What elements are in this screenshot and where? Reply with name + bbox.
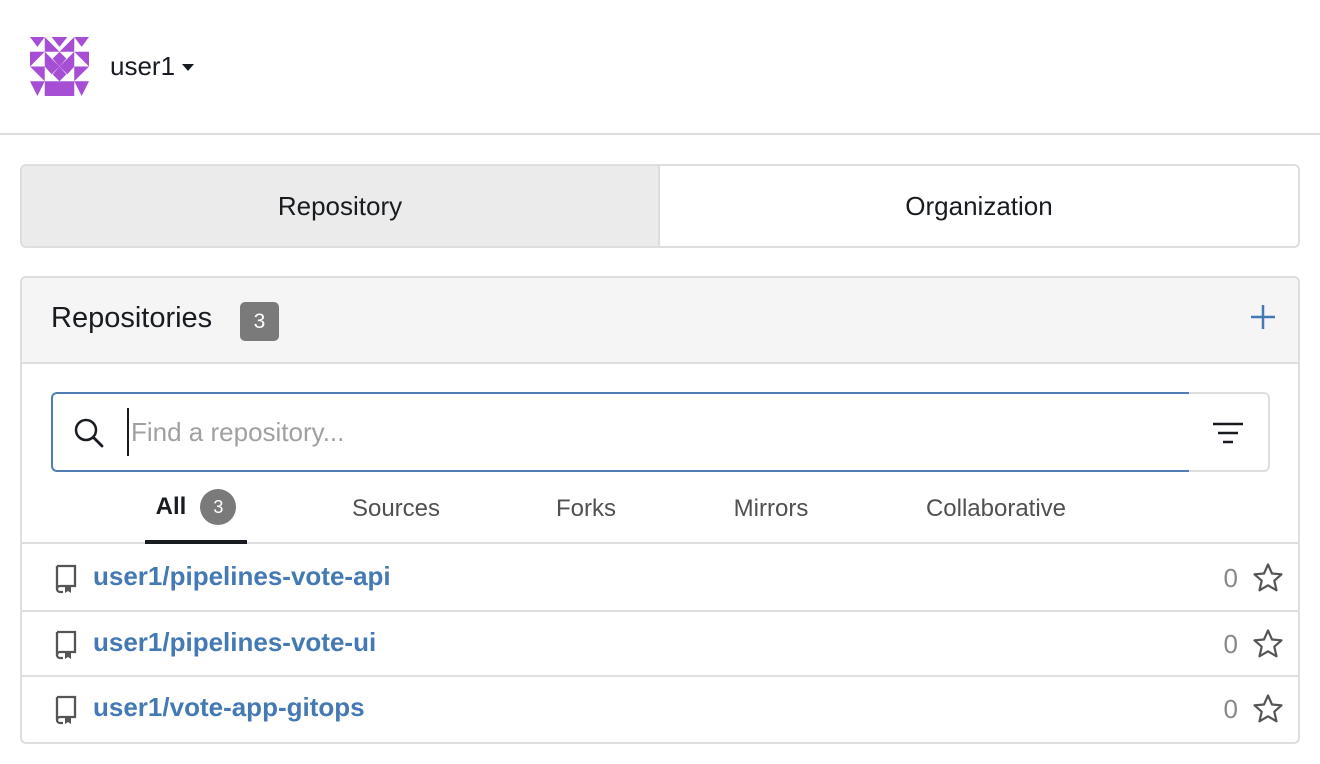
user-switcher[interactable]: user1	[110, 48, 195, 84]
search-box	[51, 392, 1191, 472]
user-name: user1	[110, 50, 176, 81]
repo-link[interactable]: user1/pipelines-vote-api	[93, 561, 391, 592]
repo-count-badge: 3	[240, 302, 279, 341]
tab-all[interactable]: All 3	[145, 474, 247, 544]
tab-sources[interactable]: Sources	[340, 474, 452, 544]
repo-link[interactable]: user1/pipelines-vote-ui	[93, 627, 376, 658]
star-count: 0	[1223, 628, 1238, 659]
caret-down-icon	[182, 64, 195, 71]
tab-forks[interactable]: Forks	[545, 474, 627, 544]
star-icon[interactable]	[1252, 693, 1284, 725]
repo-book-icon	[55, 695, 77, 725]
star-icon[interactable]	[1252, 628, 1284, 660]
star-icon[interactable]	[1252, 562, 1284, 594]
panel-header: Repositories 3	[22, 278, 1298, 364]
identicon-avatar[interactable]	[30, 37, 89, 96]
repo-list: user1/pipelines-vote-api 0 user1/pipelin…	[22, 546, 1298, 742]
repo-book-icon	[55, 630, 77, 659]
repo-link[interactable]: user1/vote-app-gitops	[93, 692, 365, 723]
top-header: user1	[0, 0, 1320, 135]
search-icon	[74, 418, 104, 448]
tab-collaborative[interactable]: Collaborative	[915, 474, 1077, 544]
dashboard-type-tabs: Repository Organization	[20, 164, 1300, 248]
star-count: 0	[1223, 694, 1238, 724]
tab-repository[interactable]: Repository	[22, 166, 660, 246]
search-input[interactable]	[127, 408, 1167, 456]
repo-filter-tabs: All 3 Sources Forks Mirrors Collaborativ…	[22, 474, 1298, 544]
tab-all-badge: 3	[200, 489, 237, 525]
filter-icon	[1213, 422, 1243, 444]
filter-button[interactable]	[1189, 392, 1270, 472]
repo-row: user1/pipelines-vote-ui 0	[22, 612, 1298, 677]
star-count: 0	[1223, 563, 1238, 593]
repo-book-icon	[55, 564, 77, 594]
tab-all-label: All	[155, 493, 187, 520]
repo-row: user1/vote-app-gitops 0	[22, 677, 1298, 742]
repositories-panel: Repositories 3 All 3 Sources Forks Mirro…	[20, 276, 1300, 744]
panel-title: Repositories	[51, 302, 213, 334]
plus-icon[interactable]	[1246, 300, 1280, 334]
tab-mirrors[interactable]: Mirrors	[720, 474, 822, 544]
tab-organization[interactable]: Organization	[660, 166, 1298, 246]
repo-row: user1/pipelines-vote-api 0	[22, 546, 1298, 612]
